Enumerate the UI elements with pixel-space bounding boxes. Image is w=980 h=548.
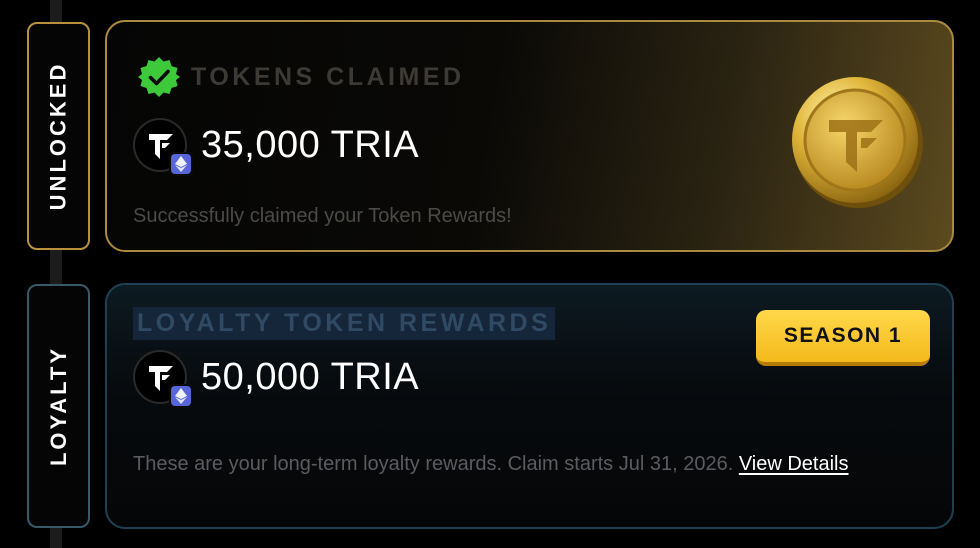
loyalty-title: LOYALTY TOKEN REWARDS xyxy=(133,307,556,340)
timeline-rail xyxy=(50,250,62,284)
claimed-title-row: TOKENS CLAIMED xyxy=(137,55,465,99)
timeline-rail xyxy=(50,0,62,22)
ethereum-icon xyxy=(169,152,193,176)
season-label: SEASON 1 xyxy=(783,324,903,347)
tria-token-icon xyxy=(133,118,193,176)
verified-check-icon xyxy=(138,57,180,97)
season-badge: SEASON 1 xyxy=(756,310,930,366)
claimed-title: TOKENS CLAIMED xyxy=(191,62,465,91)
claimed-amount: 35,000 TRIA xyxy=(201,123,420,166)
loyalty-rewards-card: LOYALTY TOKEN REWARDS SEASON 1 50,000 TR… xyxy=(105,283,954,529)
loyalty-amount: 50,000 TRIA xyxy=(201,355,420,398)
gold-coin-icon xyxy=(792,77,923,208)
loyalty-description-text: These are your long-term loyalty rewards… xyxy=(133,453,734,475)
loyalty-description: These are your long-term loyalty rewards… xyxy=(133,450,923,479)
view-details-link[interactable]: View Details xyxy=(739,453,849,475)
loyalty-label: LOYALTY xyxy=(45,345,71,467)
claimed-amount-row: 35,000 TRIA xyxy=(133,118,420,176)
loyalty-amount-row: 50,000 TRIA xyxy=(133,350,420,408)
tokens-claimed-card: TOKENS CLAIMED 35,000 TRIA Successfully … xyxy=(105,20,954,252)
claimed-description: Successfully claimed your Token Rewards! xyxy=(133,205,512,227)
timeline-rail xyxy=(50,528,62,548)
unlocked-section-tab: UNLOCKED xyxy=(27,22,90,250)
tria-token-icon xyxy=(133,350,193,408)
loyalty-section-tab: LOYALTY xyxy=(27,284,90,528)
unlocked-label: UNLOCKED xyxy=(45,61,71,211)
ethereum-icon xyxy=(169,384,193,408)
